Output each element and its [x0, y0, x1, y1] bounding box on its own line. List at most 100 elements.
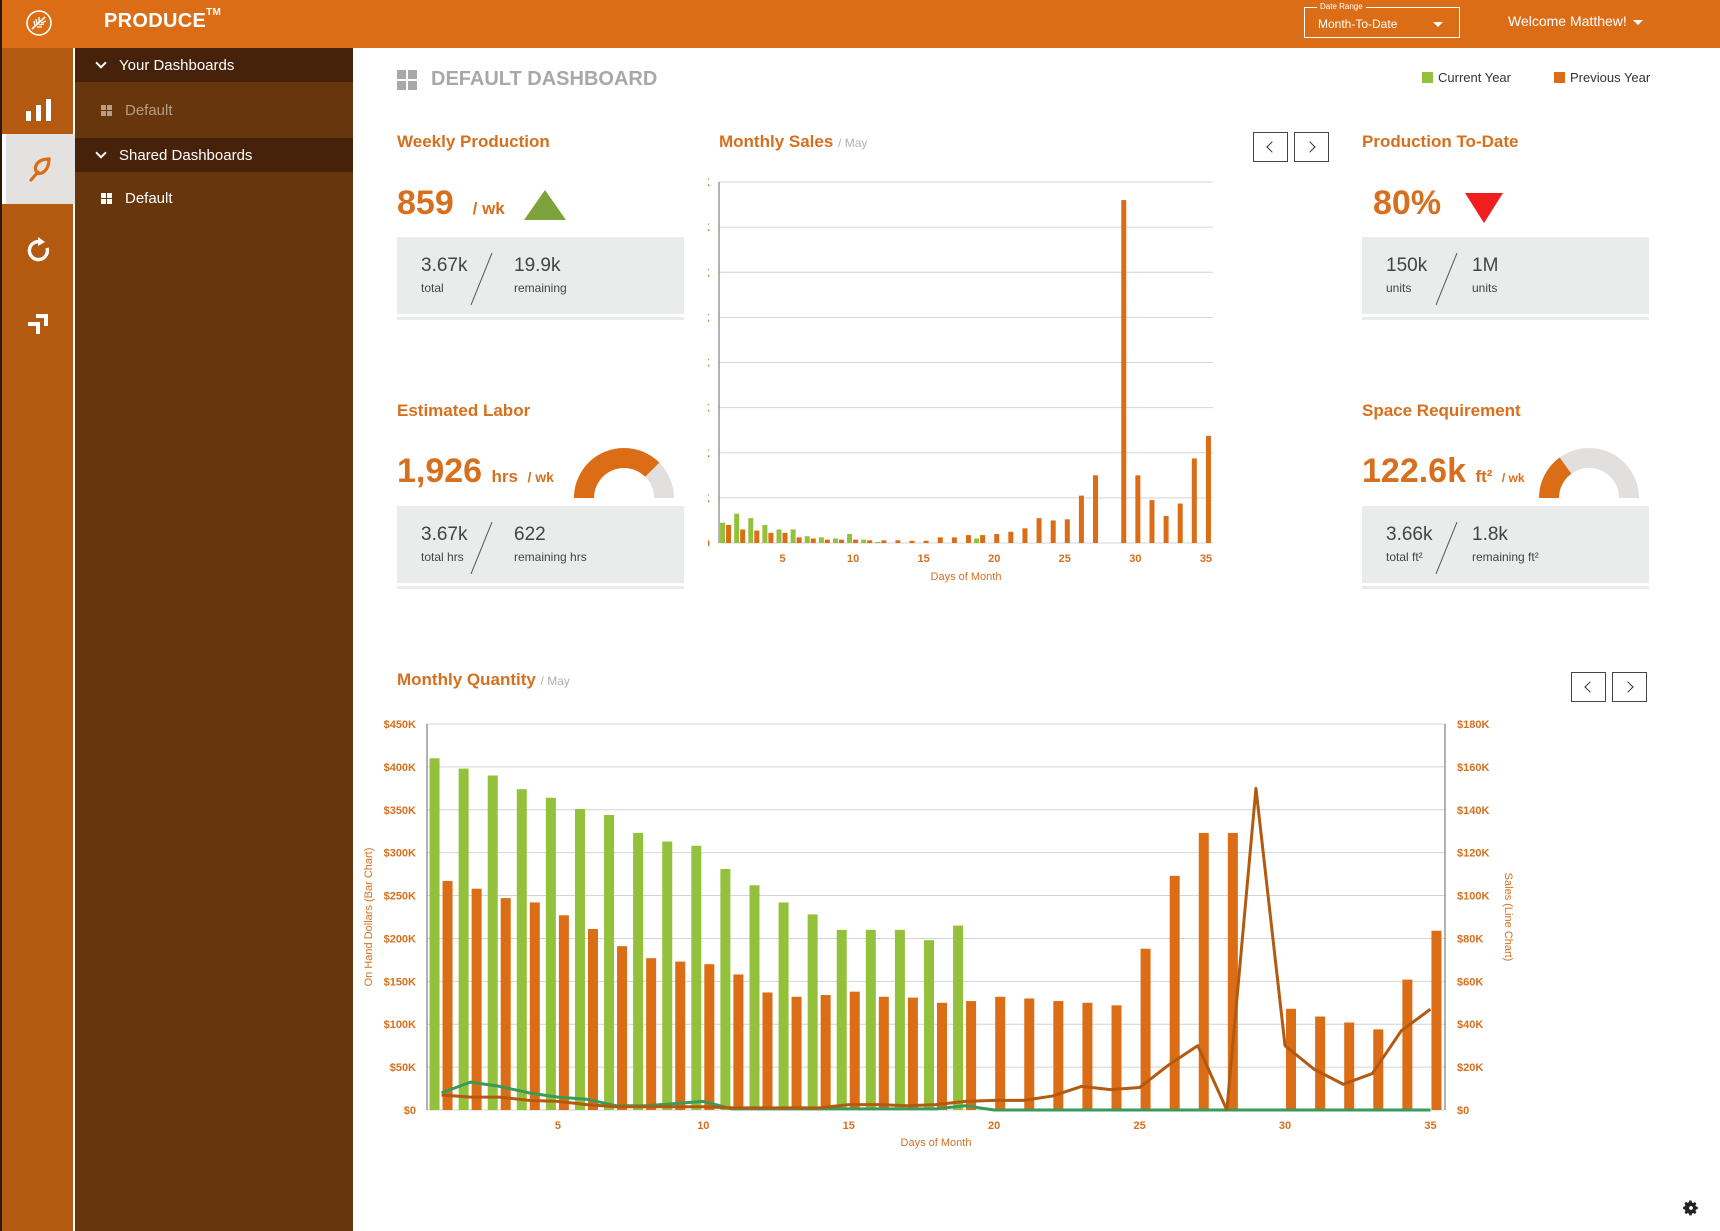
- x-tick-label: 25: [1059, 553, 1071, 565]
- quantity-bar: [820, 995, 831, 1110]
- quantity-prev-button[interactable]: [1571, 672, 1606, 702]
- estimated-labor-stats: 3.67k total hrs 622 remaining hrs: [397, 506, 684, 586]
- section-title: Shared Dashboards: [119, 146, 253, 164]
- y-tick-label: $0: [708, 538, 710, 550]
- dashboard-grid-icon: [101, 192, 112, 204]
- caret-down-icon: [1433, 22, 1443, 27]
- y-tick-label: $80K: [708, 358, 710, 370]
- quantity-next-button[interactable]: [1612, 672, 1647, 702]
- production-to-date-title: Production To-Date: [1362, 132, 1519, 151]
- sales-bar: [867, 540, 873, 543]
- icon-rail: [0, 48, 75, 1231]
- sales-bar: [853, 539, 859, 543]
- y-tick-label: $120K: [708, 267, 710, 279]
- x-tick-label: 15: [843, 1120, 855, 1132]
- quantity-bar: [633, 832, 644, 1110]
- y2-tick-label: $20K: [1457, 1062, 1483, 1074]
- bar-chart-icon: [25, 99, 51, 121]
- rail-item-refresh[interactable]: [2, 215, 75, 285]
- x-tick-label: 10: [697, 1120, 709, 1132]
- total-value: 3.67k: [421, 255, 468, 276]
- units-value: 150k: [1386, 255, 1428, 276]
- value-text: 859: [397, 184, 454, 222]
- sales-bar: [966, 535, 971, 543]
- x-tick-label: 35: [1424, 1120, 1436, 1132]
- x-tick-label: 30: [1129, 553, 1141, 565]
- divider: [470, 521, 493, 575]
- sales-bar: [1205, 435, 1211, 543]
- x-tick-label: 35: [1200, 553, 1212, 565]
- quantity-bar: [878, 996, 889, 1110]
- section-your-dashboards[interactable]: Your Dashboards: [75, 48, 353, 82]
- sales-bar: [847, 533, 853, 543]
- y2-tick-label: $60K: [1457, 976, 1483, 988]
- remaining-label: remaining: [514, 281, 567, 295]
- unit-text: / wk: [472, 199, 505, 218]
- produce-logo-icon[interactable]: [24, 8, 54, 38]
- quantity-bar: [691, 845, 702, 1110]
- x-tick-label: 30: [1279, 1120, 1291, 1132]
- x-axis-label: Days of Month: [931, 571, 1002, 583]
- sales-bar: [720, 522, 726, 543]
- sales-bar: [1149, 500, 1155, 543]
- section-shared-dashboards[interactable]: Shared Dashboards: [75, 138, 353, 172]
- sales-bar: [832, 538, 838, 543]
- user-menu[interactable]: Welcome Matthew!: [1508, 13, 1643, 29]
- gauge-fill: [574, 448, 660, 499]
- weekly-production-stats: 3.67k total 19.9k remaining: [397, 237, 684, 317]
- quantity-bar: [442, 880, 453, 1110]
- rail-item-produce[interactable]: [2, 134, 75, 204]
- y-tick-label: $450K: [384, 719, 416, 731]
- leaf-icon: [28, 157, 51, 182]
- y-tick-label: $400K: [384, 762, 416, 774]
- quantity-bar: [937, 1002, 947, 1110]
- sales-bar: [740, 529, 746, 543]
- estimated-labor-value: 1,926 hrs / wk: [397, 452, 554, 491]
- chevron-right-icon: [1622, 681, 1634, 693]
- quantity-bar: [1169, 875, 1180, 1110]
- gauge-fill: [1539, 457, 1572, 499]
- total-label: total hrs: [421, 550, 464, 564]
- sidebar-item-shared-default[interactable]: Default: [75, 172, 353, 224]
- quantity-bar: [720, 868, 731, 1110]
- sales-bar: [1093, 475, 1099, 543]
- monthly-quantity-title: Monthly Quantity / May: [397, 670, 570, 690]
- settings-gear-icon[interactable]: [1682, 1199, 1700, 1217]
- x-tick-label: 10: [847, 553, 859, 565]
- date-range-select[interactable]: Date Range Month-To-Date: [1304, 2, 1460, 38]
- sales-bar: [776, 529, 782, 543]
- sales-bar: [804, 536, 810, 543]
- y2-tick-label: $0: [1457, 1105, 1469, 1117]
- quantity-bar: [545, 797, 556, 1110]
- page-title: DEFAULT DASHBOARD: [397, 68, 657, 91]
- remaining-value: 1.8k: [1472, 524, 1508, 545]
- estimated-labor-title: Estimated Labor: [397, 401, 531, 420]
- y-tick-label: $150K: [384, 976, 416, 988]
- sales-bar: [881, 540, 887, 543]
- sales-bar: [994, 533, 1000, 543]
- remaining-value: 622: [514, 524, 546, 545]
- quantity-bar: [1082, 1002, 1093, 1110]
- legend-current-year: Current Year: [1422, 70, 1511, 85]
- brand-name[interactable]: PRODUCETM: [104, 7, 222, 33]
- y2-tick-label: $80K: [1457, 933, 1483, 945]
- value-text: 1,926: [397, 452, 483, 490]
- sidebar-item-your-default[interactable]: Default: [75, 82, 353, 138]
- quantity-bar: [574, 808, 585, 1110]
- quantity-bar: [675, 961, 686, 1110]
- main-content: DEFAULT DASHBOARD Current Year Previous …: [353, 48, 1720, 1231]
- sales-bar: [754, 530, 760, 543]
- expand-icon: [27, 314, 48, 334]
- trend-up-icon: [524, 190, 566, 220]
- sales-prev-button[interactable]: [1253, 132, 1288, 162]
- y-tick-label: $20K: [708, 493, 710, 505]
- refresh-icon: [27, 237, 49, 262]
- sales-next-button[interactable]: [1294, 132, 1329, 162]
- sales-bar: [1177, 503, 1183, 543]
- rail-item-expand[interactable]: [2, 288, 75, 358]
- dashboard-grid-icon: [101, 104, 112, 116]
- month-subtitle: / May: [838, 136, 868, 150]
- quantity-bar: [865, 929, 876, 1110]
- trademark: TM: [206, 7, 222, 19]
- sales-bar: [818, 537, 824, 543]
